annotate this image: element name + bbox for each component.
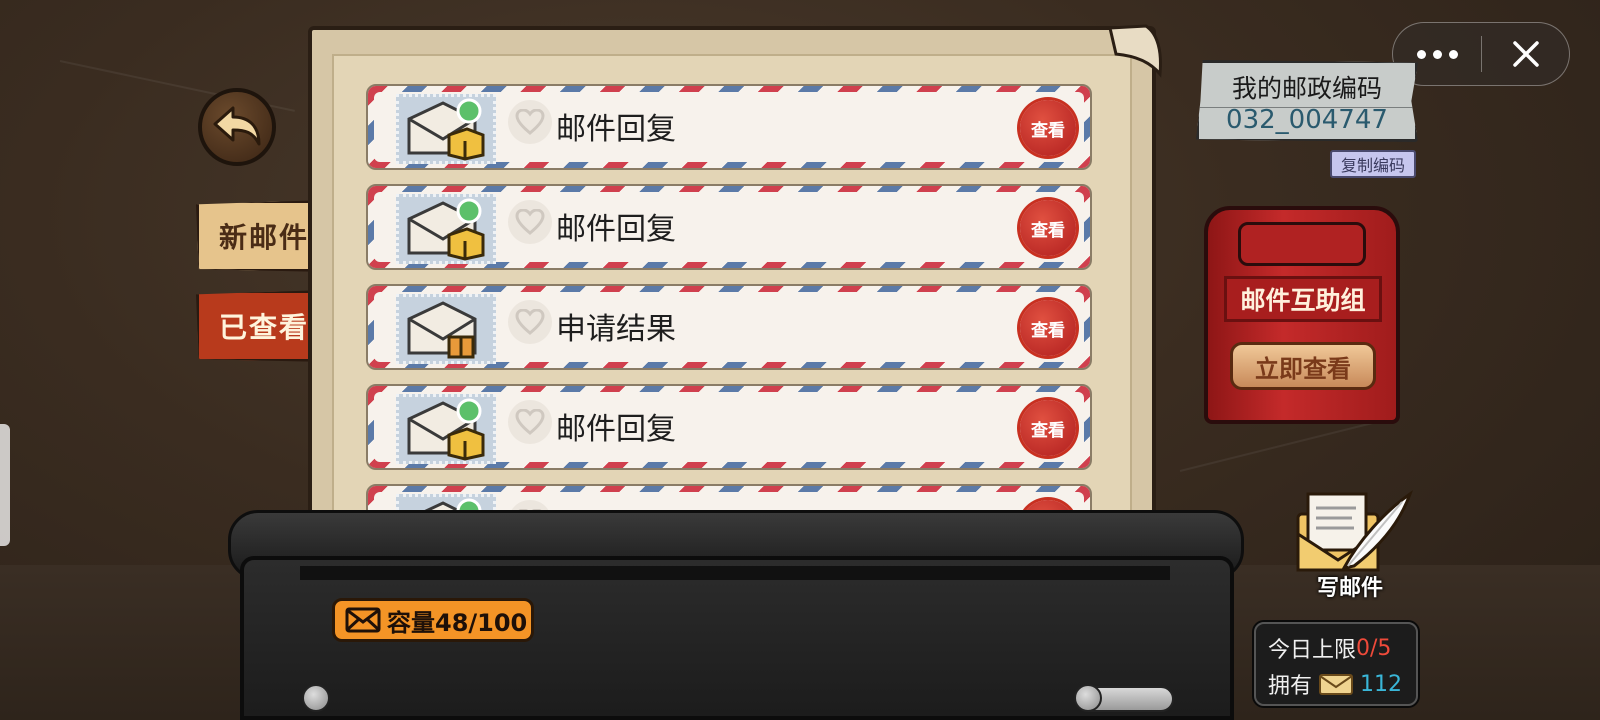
mail-list: 邮件回复 查看 邮件回复 查看 申请结果 查看 邮件回复 查看	[366, 84, 1092, 528]
like-heart-icon[interactable]	[508, 200, 552, 244]
mail-item[interactable]: 邮件回复 查看	[366, 84, 1092, 170]
envelope-with-gift-icon	[407, 301, 477, 359]
mail-title: 申请结果	[556, 312, 676, 347]
envelope-quill-icon	[1296, 490, 1413, 572]
scratch-decoration	[1179, 421, 1375, 472]
view-mail-button[interactable]: 查看	[1020, 200, 1076, 256]
typewriter-knob	[302, 684, 330, 712]
view-mail-button[interactable]: 查看	[1020, 300, 1076, 356]
mail-stamp	[396, 94, 496, 164]
postal-code-value: 032_004747	[1226, 105, 1388, 135]
mailbox-mutual-help[interactable]: 邮件互助组 立即查看	[1204, 206, 1400, 424]
capacity-badge: 容量48/100	[332, 598, 534, 642]
mail-stamp	[396, 294, 496, 364]
capacity-label: 容量48/100	[387, 608, 528, 637]
typewriter-band	[300, 566, 1170, 580]
mailbox-title: 邮件互助组	[1224, 276, 1382, 322]
paper-curl-decoration	[1108, 24, 1162, 78]
back-button[interactable]	[198, 88, 276, 166]
mail-stamp	[396, 394, 496, 464]
owned-value: 112	[1360, 671, 1403, 697]
like-heart-icon[interactable]	[508, 300, 552, 344]
envelope-with-gold-box-icon	[407, 98, 485, 161]
mail-stamp	[396, 194, 496, 264]
postal-code-card: 我的邮政编码 032_004747	[1196, 60, 1418, 142]
daily-limit-label: 今日上限	[1268, 638, 1357, 663]
mail-title: 邮件回复	[556, 112, 676, 147]
postal-code-label: 我的邮政编码	[1199, 69, 1415, 108]
mail-item[interactable]: 申请结果 查看	[366, 284, 1092, 370]
view-now-button[interactable]: 立即查看	[1230, 342, 1376, 390]
mail-item[interactable]: 邮件回复 查看	[366, 184, 1092, 270]
mini-program-capsule	[1392, 22, 1570, 86]
owned-label: 拥有	[1268, 674, 1313, 699]
like-heart-icon[interactable]	[508, 100, 552, 144]
write-mail-label: 写邮件	[1316, 576, 1383, 601]
envelope-with-gold-box-icon	[407, 198, 485, 261]
close-x-icon[interactable]	[1482, 23, 1569, 85]
write-mail-button[interactable]: 写邮件	[1284, 482, 1416, 606]
side-handle[interactable]	[0, 424, 10, 546]
copy-code-button[interactable]: 复制编码	[1330, 150, 1416, 178]
typewriter-knob	[1074, 684, 1102, 712]
envelope-icon	[345, 607, 381, 633]
mail-title: 邮件回复	[556, 212, 676, 247]
view-mail-button[interactable]: 查看	[1020, 400, 1076, 456]
envelope-with-gold-box-icon	[407, 398, 485, 461]
daily-quota-panel: 今日上限 0/5 拥有 112	[1254, 622, 1418, 706]
back-arrow-icon	[213, 106, 261, 146]
mail-title: 邮件回复	[556, 412, 676, 447]
daily-limit-value: 0/5	[1356, 635, 1392, 661]
mailbox-slot	[1238, 222, 1366, 266]
mail-item[interactable]: 邮件回复 查看	[366, 384, 1092, 470]
like-heart-icon[interactable]	[508, 400, 552, 444]
envelope-icon	[1319, 674, 1354, 695]
view-mail-button[interactable]: 查看	[1020, 100, 1076, 156]
